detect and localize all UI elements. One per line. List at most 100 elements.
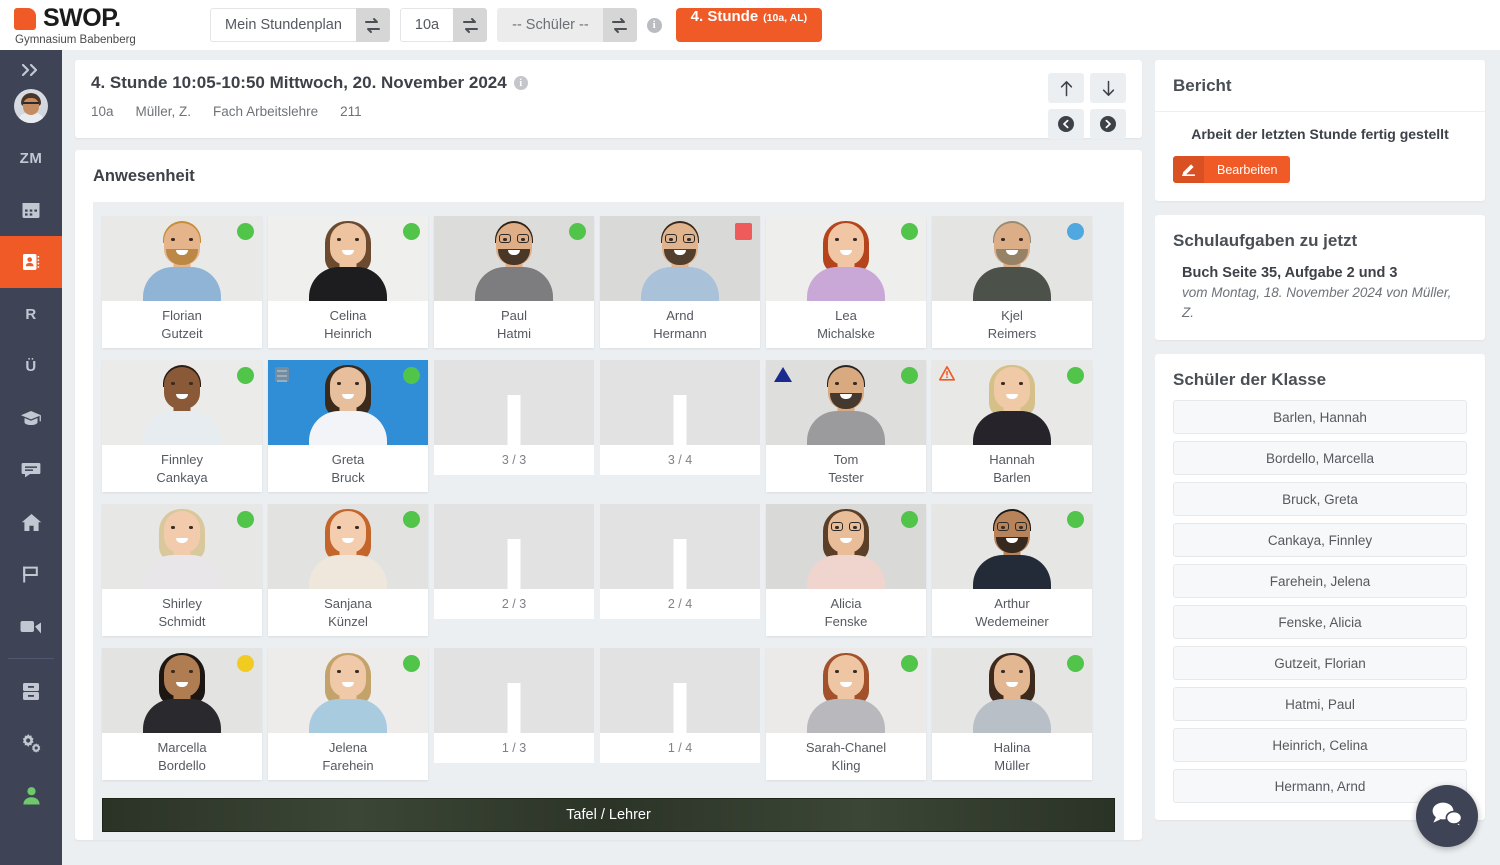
- class-student-item[interactable]: Gutzeit, Florian: [1173, 646, 1467, 681]
- schedule-field[interactable]: Mein Stundenplan: [210, 8, 356, 42]
- sidebar-item-calendar[interactable]: [0, 184, 62, 236]
- sidebar-item-profile[interactable]: [0, 80, 62, 132]
- sidebar-item-archive[interactable]: [0, 665, 62, 717]
- class-student-item[interactable]: Bruck, Greta: [1173, 482, 1467, 517]
- nav-up-icon[interactable]: [1048, 73, 1084, 103]
- student-card[interactable]: Florian Gutzeit: [102, 216, 262, 348]
- sidebar-item-home[interactable]: [0, 496, 62, 548]
- empty-seat[interactable]: 2 / 4: [600, 504, 760, 636]
- attendance-status-badge[interactable]: [735, 223, 752, 240]
- attendance-status-badge[interactable]: [237, 367, 254, 384]
- sidebar-item-expand[interactable]: [0, 50, 62, 80]
- student-card[interactable]: Greta Bruck: [268, 360, 428, 492]
- nav-next-circle-icon[interactable]: [1090, 109, 1126, 139]
- empty-seat[interactable]: 2 / 3: [434, 504, 594, 636]
- class-student-item[interactable]: Heinrich, Celina: [1173, 728, 1467, 763]
- empty-seat-graphic: [600, 360, 760, 445]
- sidebar-item-graduation[interactable]: [0, 392, 62, 444]
- student-card[interactable]: Lea Michalske: [766, 216, 926, 348]
- attendance-status-badge[interactable]: [237, 511, 254, 528]
- student-first-name: Marcella: [157, 739, 207, 755]
- attendance-status-badge[interactable]: [901, 367, 918, 384]
- student-card[interactable]: Paul Hatmi: [434, 216, 594, 348]
- attendance-status-badge[interactable]: [1067, 655, 1084, 672]
- student-card[interactable]: Alicia Fenske: [766, 504, 926, 636]
- student-card[interactable]: Marcella Bordello: [102, 648, 262, 780]
- lesson-info-icon[interactable]: i: [513, 76, 528, 90]
- seat-cell: Sanjana Künzel: [265, 504, 431, 646]
- student-photo: [102, 360, 262, 445]
- marker-warning-icon[interactable]: [939, 366, 955, 386]
- empty-seat[interactable]: 1 / 4: [600, 648, 760, 780]
- student-photo: [932, 504, 1092, 589]
- class-student-item[interactable]: Hatmi, Paul: [1173, 687, 1467, 722]
- attendance-status-badge[interactable]: [403, 223, 420, 240]
- marker-note-icon[interactable]: [275, 367, 289, 382]
- attendance-status-badge[interactable]: [1067, 223, 1084, 240]
- student-card[interactable]: Finnley Cankaya: [102, 360, 262, 492]
- student-last-name: Müller: [994, 757, 1030, 773]
- class-student-item[interactable]: Cankaya, Finnley: [1173, 523, 1467, 558]
- sidebar-item-settings[interactable]: [0, 717, 62, 769]
- left-sidebar: ZM R Ü: [0, 50, 62, 865]
- student-swap-icon[interactable]: [602, 8, 637, 42]
- student-card[interactable]: Shirley Schmidt: [102, 504, 262, 636]
- student-last-name: Michalske: [817, 325, 875, 341]
- empty-seat[interactable]: 1 / 3: [434, 648, 594, 780]
- empty-seat[interactable]: 3 / 4: [600, 360, 760, 492]
- class-student-item[interactable]: Fenske, Alicia: [1173, 605, 1467, 640]
- student-card[interactable]: Arnd Hermann: [600, 216, 760, 348]
- empty-seat[interactable]: 3 / 3: [434, 360, 594, 492]
- student-card[interactable]: Halina Müller: [932, 648, 1092, 780]
- student-selector[interactable]: -- Schüler --: [497, 8, 637, 42]
- seat-cell: Florian Gutzeit: [99, 216, 265, 358]
- student-first-name: Celina: [329, 307, 367, 323]
- schedule-swap-icon[interactable]: [355, 8, 390, 42]
- student-card[interactable]: Sanjana Künzel: [268, 504, 428, 636]
- attendance-status-badge[interactable]: [237, 223, 254, 240]
- student-photo: [766, 360, 926, 445]
- sidebar-item-flag[interactable]: [0, 548, 62, 600]
- student-card[interactable]: Sarah-Chanel Kling: [766, 648, 926, 780]
- attendance-status-badge[interactable]: [1067, 367, 1084, 384]
- sidebar-item-zm[interactable]: ZM: [0, 132, 62, 184]
- chat-button[interactable]: [1416, 785, 1478, 847]
- attendance-status-badge[interactable]: [403, 511, 420, 528]
- attendance-status-badge[interactable]: [237, 655, 254, 672]
- class-student-item[interactable]: Farehein, Jelena: [1173, 564, 1467, 599]
- student-card[interactable]: Celina Heinrich: [268, 216, 428, 348]
- attendance-status-badge[interactable]: [403, 367, 420, 384]
- sidebar-item-video[interactable]: [0, 600, 62, 652]
- sidebar-item-account[interactable]: [0, 769, 62, 821]
- student-card[interactable]: Tom Tester: [766, 360, 926, 492]
- sidebar-item-u[interactable]: Ü: [0, 340, 62, 392]
- class-selector[interactable]: 10a: [399, 8, 488, 42]
- student-card[interactable]: Arthur Wedemeiner: [932, 504, 1092, 636]
- edit-report-button[interactable]: Bearbeiten: [1173, 156, 1291, 183]
- schedule-selector[interactable]: Mein Stundenplan: [210, 8, 390, 42]
- attendance-status-badge[interactable]: [901, 655, 918, 672]
- nav-prev-circle-icon[interactable]: [1048, 109, 1084, 139]
- current-hour-button[interactable]: 4. Stunde (10a, AL): [675, 8, 823, 42]
- info-icon[interactable]: i: [646, 17, 662, 33]
- attendance-status-badge[interactable]: [901, 223, 918, 240]
- student-first-name: Greta: [331, 451, 365, 467]
- sidebar-item-messages[interactable]: [0, 444, 62, 496]
- brand-logo[interactable]: SWOP. Gymnasium Babenberg: [0, 4, 200, 46]
- sidebar-item-r[interactable]: R: [0, 288, 62, 340]
- nav-down-icon[interactable]: [1090, 73, 1126, 103]
- class-field[interactable]: 10a: [399, 8, 454, 42]
- attendance-status-badge[interactable]: [1067, 511, 1084, 528]
- student-card[interactable]: Jelena Farehein: [268, 648, 428, 780]
- class-swap-icon[interactable]: [453, 8, 488, 42]
- student-field[interactable]: -- Schüler --: [497, 8, 603, 42]
- student-card[interactable]: Kjel Reimers: [932, 216, 1092, 348]
- marker-triangle-icon[interactable]: [774, 367, 792, 382]
- class-student-item[interactable]: Bordello, Marcella: [1173, 441, 1467, 476]
- class-student-item[interactable]: Barlen, Hannah: [1173, 400, 1467, 435]
- attendance-status-badge[interactable]: [901, 511, 918, 528]
- sidebar-item-attendance[interactable]: [0, 236, 62, 288]
- student-card[interactable]: Hannah Barlen: [932, 360, 1092, 492]
- attendance-status-badge[interactable]: [403, 655, 420, 672]
- attendance-status-badge[interactable]: [569, 223, 586, 240]
